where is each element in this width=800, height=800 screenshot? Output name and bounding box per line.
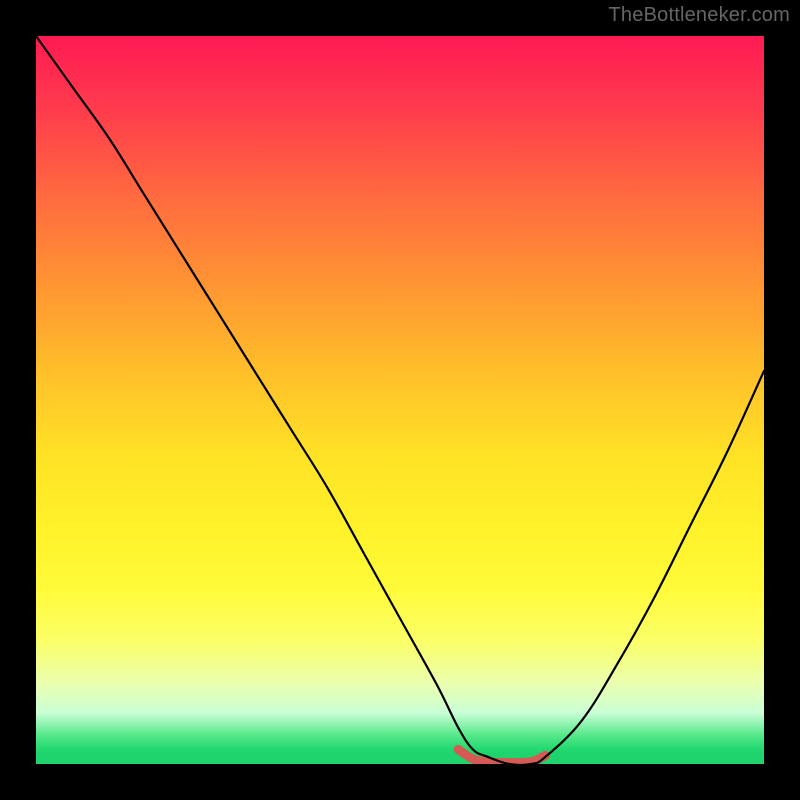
attribution-label: TheBottleneker.com — [609, 4, 790, 27]
curve-layer — [36, 36, 764, 764]
plot-area — [36, 36, 764, 764]
bottleneck-curve — [36, 36, 764, 764]
chart-frame: TheBottleneker.com — [0, 0, 800, 800]
optimal-range-highlight — [458, 749, 545, 762]
